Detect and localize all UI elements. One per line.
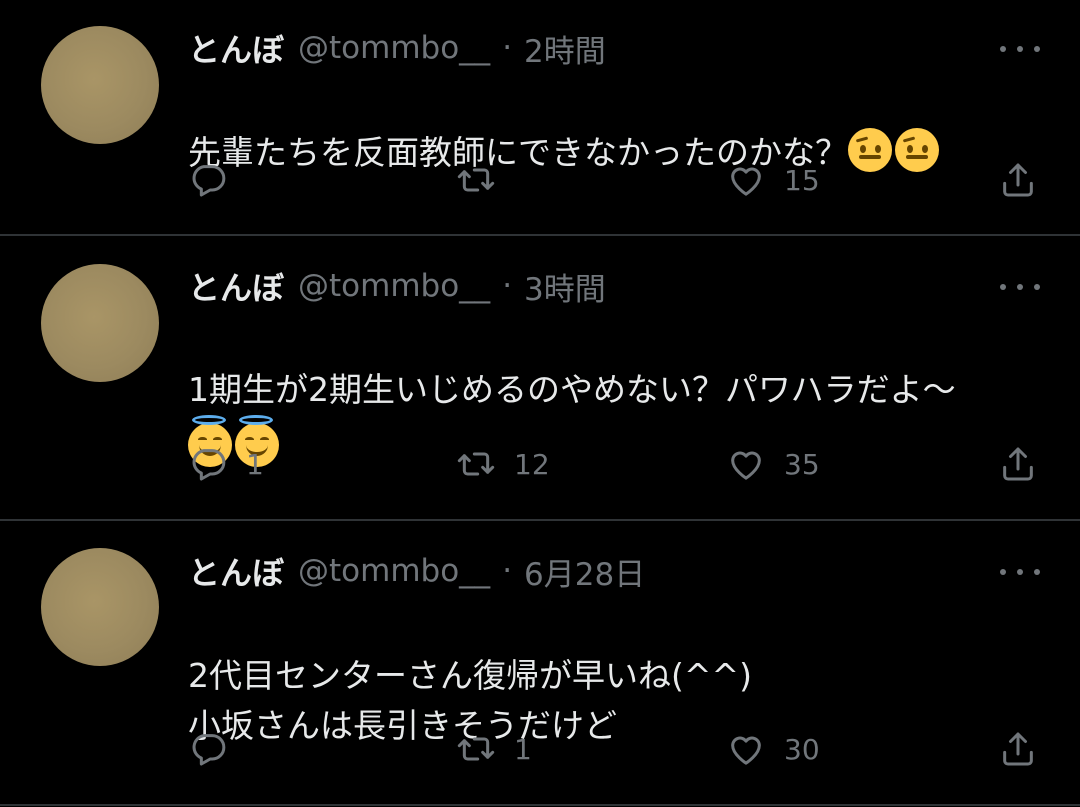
divider	[0, 804, 1080, 806]
share-button[interactable]	[998, 724, 1038, 774]
user-handle[interactable]: @tommbo__	[298, 30, 490, 66]
more-icon[interactable]	[1000, 39, 1040, 59]
timestamp[interactable]: 6月28日	[524, 549, 645, 594]
timeline: とんぼ @tommbo__ · 2時間 先輩たちを反面教師にできなかったのかな？…	[0, 0, 1080, 807]
avatar[interactable]	[41, 548, 159, 666]
share-icon	[1003, 732, 1033, 766]
tweet-header: とんぼ @tommbo__ · 3時間	[188, 256, 606, 316]
retweet-count: 1	[514, 732, 532, 766]
like-button[interactable]: 15	[726, 155, 820, 205]
retweet-button[interactable]	[456, 155, 514, 205]
tweet-header: とんぼ @tommbo__ · 6月28日	[188, 541, 645, 601]
separator-dot: ·	[502, 553, 513, 589]
retweet-icon	[457, 168, 495, 192]
user-handle[interactable]: @tommbo__	[298, 268, 490, 304]
tweet[interactable]: とんぼ @tommbo__ · 6月28日 2代目センターさん復帰が早いね(^^…	[0, 521, 1080, 804]
separator-dot: ·	[502, 268, 513, 304]
tweet[interactable]: とんぼ @tommbo__ · 3時間 1期生が2期生いじめるのやめない？パワハ…	[0, 236, 1080, 519]
avatar[interactable]	[41, 264, 159, 382]
reply-icon	[192, 734, 226, 766]
retweet-icon	[457, 737, 495, 761]
reply-button[interactable]: 1	[188, 439, 264, 489]
like-count: 35	[784, 447, 820, 481]
tweet-text-content: 1期生が2期生いじめるのやめない？パワハラだよ〜	[188, 370, 956, 409]
heart-icon	[731, 451, 761, 480]
reply-count: 1	[246, 447, 264, 481]
like-button[interactable]: 30	[726, 724, 820, 774]
more-icon[interactable]	[1000, 277, 1040, 297]
display-name[interactable]: とんぼ	[188, 548, 284, 594]
display-name[interactable]: とんぼ	[188, 263, 284, 309]
tweet-header: とんぼ @tommbo__ · 2時間	[188, 18, 606, 78]
heart-icon	[731, 167, 761, 196]
timestamp[interactable]: 2時間	[524, 26, 606, 71]
share-button[interactable]	[998, 155, 1038, 205]
share-button[interactable]	[998, 439, 1038, 489]
tweet-actions: 1 30	[0, 724, 1080, 774]
retweet-button[interactable]: 1	[456, 724, 532, 774]
display-name[interactable]: とんぼ	[188, 25, 284, 71]
tweet[interactable]: とんぼ @tommbo__ · 2時間 先輩たちを反面教師にできなかったのかな？…	[0, 0, 1080, 234]
share-icon	[1003, 163, 1033, 197]
reply-icon	[192, 165, 226, 197]
avatar[interactable]	[41, 26, 159, 144]
share-icon	[1003, 447, 1033, 481]
reply-button[interactable]	[188, 155, 246, 205]
tweet-actions: 1 12 35	[0, 439, 1080, 489]
retweet-count: 12	[514, 447, 550, 481]
separator-dot: ·	[502, 30, 513, 66]
like-count: 30	[784, 732, 820, 766]
reply-icon	[192, 449, 226, 481]
retweet-button[interactable]: 12	[456, 439, 550, 489]
like-count: 15	[784, 163, 820, 197]
like-button[interactable]: 35	[726, 439, 820, 489]
user-handle[interactable]: @tommbo__	[298, 553, 490, 589]
reply-button[interactable]	[188, 724, 246, 774]
retweet-icon	[457, 452, 495, 476]
timestamp[interactable]: 3時間	[524, 264, 606, 309]
heart-icon	[731, 736, 761, 765]
tweet-actions: 15	[0, 155, 1080, 205]
more-icon[interactable]	[1000, 562, 1040, 582]
